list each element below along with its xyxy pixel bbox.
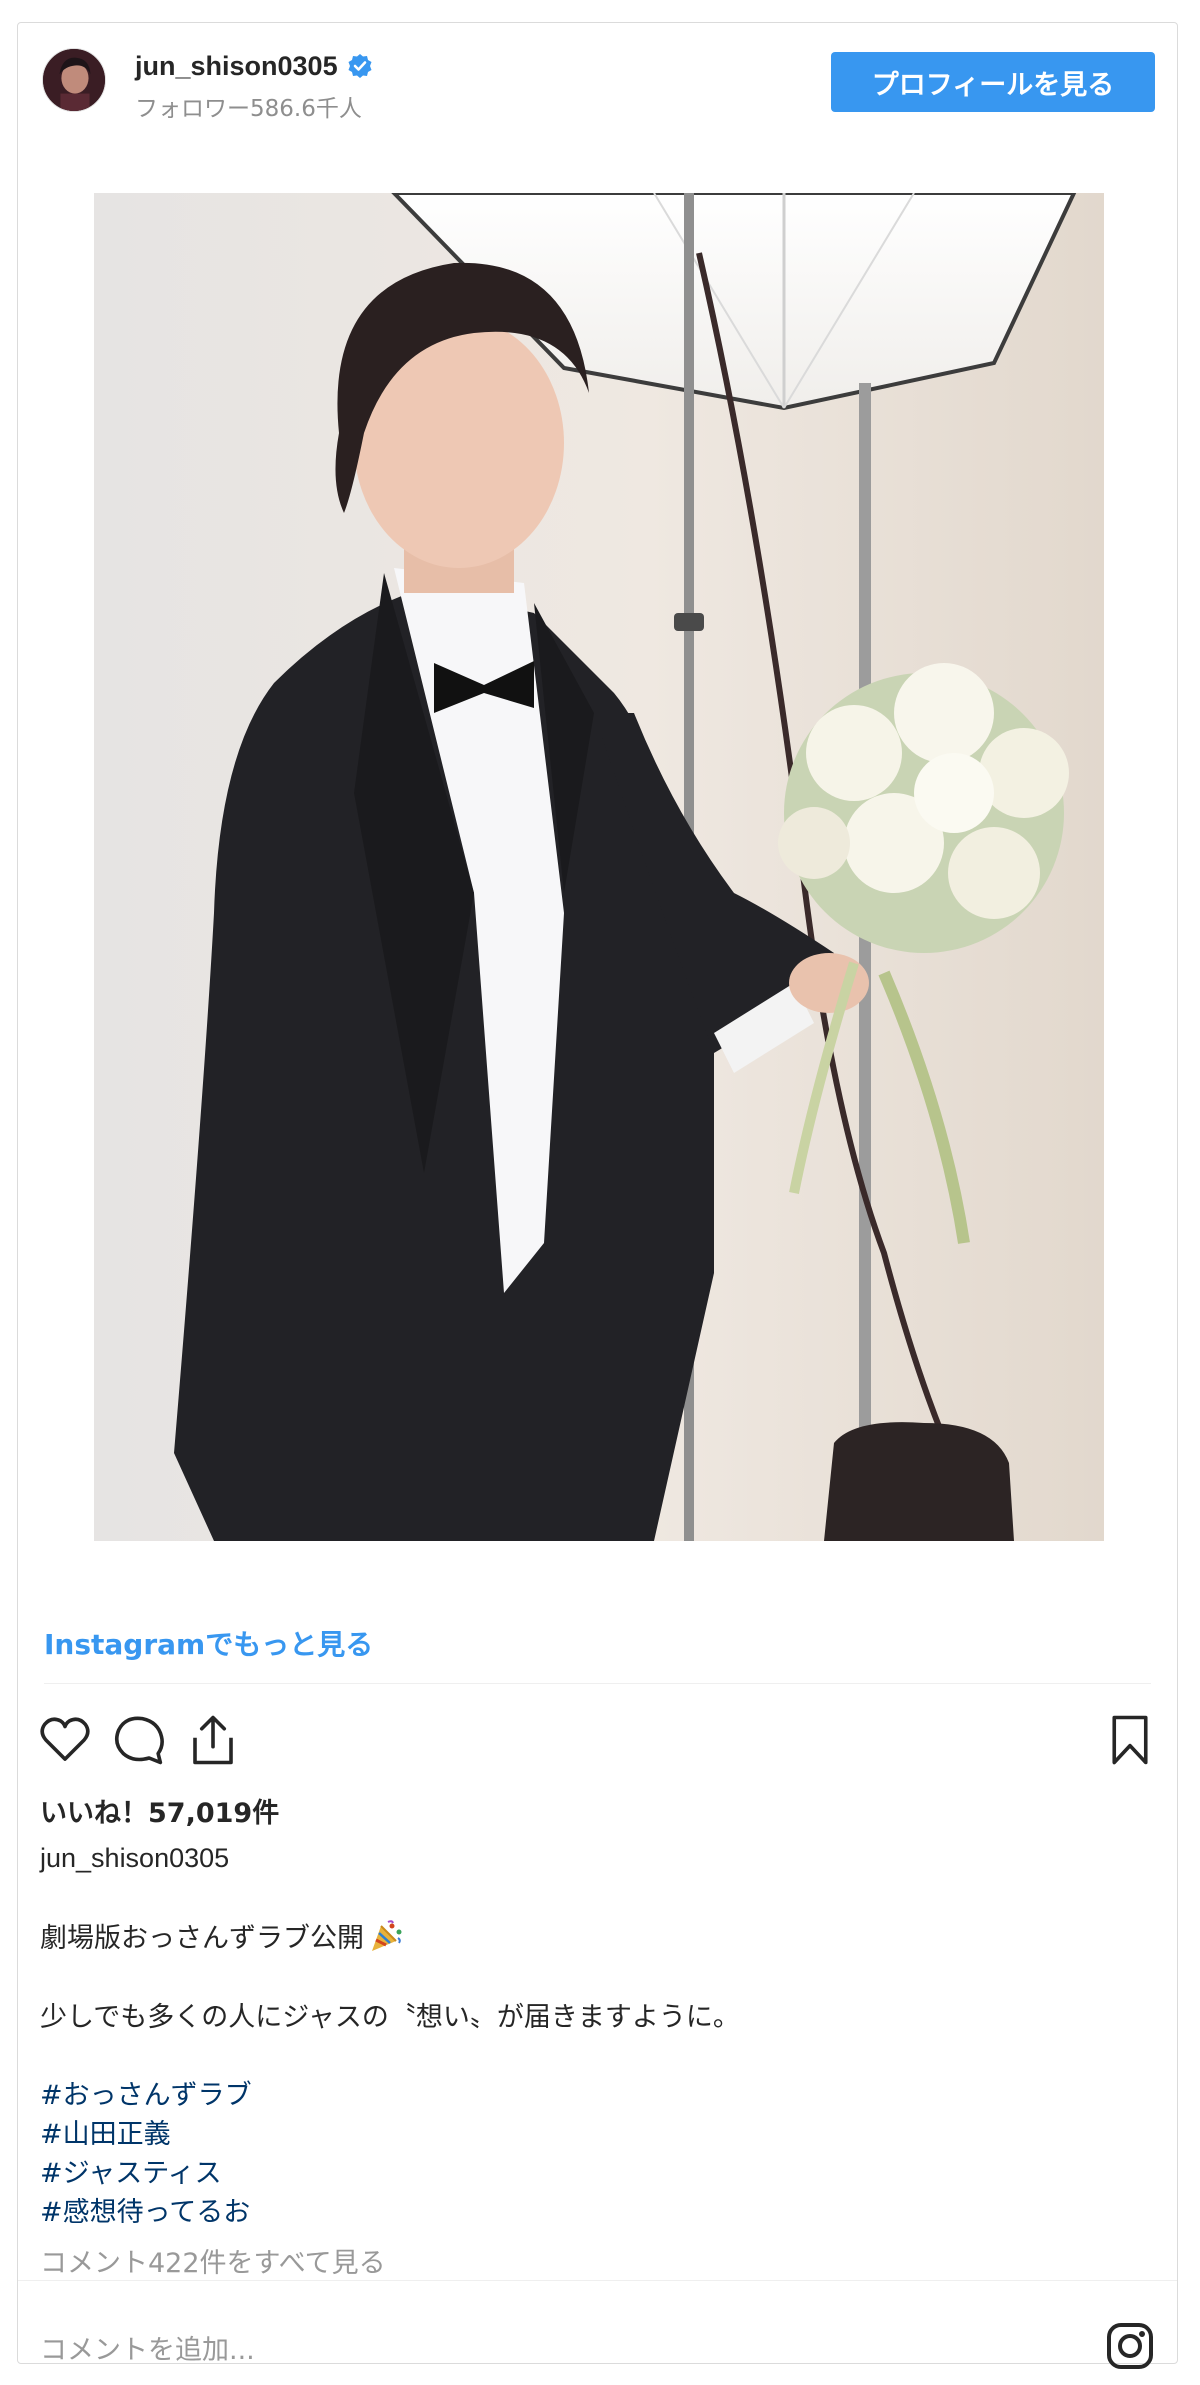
instagram-embed-card: jun_shison0305 フォロワー586.6千人 プロフィールを見る In… <box>17 22 1178 2369</box>
caption-line-1: 劇場版おっさんずラブ公開 <box>40 1916 404 1955</box>
avatar[interactable] <box>42 48 106 112</box>
view-profile-button[interactable]: プロフィールを見る <box>831 52 1155 112</box>
hashtag-link[interactable]: #感想待ってるお <box>40 2190 250 2229</box>
caption-text-1: 劇場版おっさんずラブ公開 <box>40 1923 364 1954</box>
hashtag-link[interactable]: #山田正義 <box>40 2112 171 2151</box>
follower-count: フォロワー586.6千人 <box>135 96 362 122</box>
hashtag-link[interactable]: #おっさんずラブ <box>40 2073 252 2112</box>
hashtag-link[interactable]: #ジャスティス <box>40 2151 222 2190</box>
instagram-logo-icon[interactable] <box>1105 2321 1155 2371</box>
action-bar <box>18 1713 1177 1773</box>
view-more-on-instagram-link[interactable]: Instagramでもっと見る <box>44 1623 373 1663</box>
divider <box>44 1683 1151 1684</box>
post-header: jun_shison0305 フォロワー586.6千人 プロフィールを見る <box>18 23 1177 143</box>
comment-icon[interactable] <box>112 1713 166 1767</box>
username[interactable]: jun_shison0305 <box>135 51 338 82</box>
add-comment-input[interactable]: コメントを追加... <box>40 2328 255 2367</box>
post-photo[interactable] <box>94 193 1104 1541</box>
heart-icon[interactable] <box>38 1713 92 1767</box>
party-popper-icon <box>368 1918 404 1954</box>
caption-line-2: 少しでも多くの人にジャスの〝想い〟が届きますように。 <box>40 2002 740 2033</box>
username-row: jun_shison0305 <box>135 49 373 83</box>
bookmark-icon[interactable] <box>1103 1713 1157 1767</box>
like-count[interactable]: いいね！57,019件 <box>40 1791 279 1830</box>
divider <box>18 2280 1177 2281</box>
view-all-comments-link[interactable]: コメント422件をすべて見る <box>40 2241 386 2280</box>
caption-username[interactable]: jun_shison0305 <box>40 1843 229 1874</box>
verified-badge-icon <box>347 53 373 79</box>
share-icon[interactable] <box>186 1713 240 1767</box>
